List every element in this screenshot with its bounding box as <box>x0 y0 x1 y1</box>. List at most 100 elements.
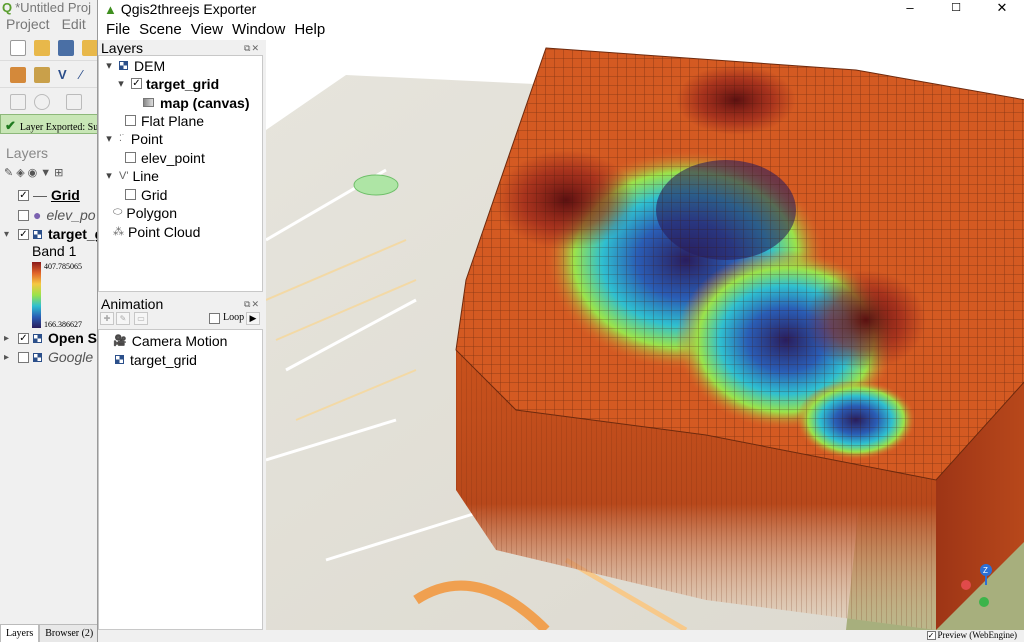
layer-checkbox[interactable] <box>18 332 29 344</box>
expand-arrow-icon[interactable]: ▾ <box>4 229 14 240</box>
tree-item-point-cloud[interactable]: ⁂ Point Cloud <box>113 222 200 241</box>
bg-toolbar-3 <box>0 89 99 115</box>
camera-icon: 🎥 <box>113 335 127 347</box>
tree-item-polygon[interactable]: ⬭ Polygon <box>113 203 177 222</box>
open-folder-icon[interactable] <box>34 40 50 56</box>
tree-item-grid[interactable]: Grid <box>125 185 167 204</box>
expand-arrow-icon[interactable]: ▾ <box>103 132 115 145</box>
status-bar: Preview (WebEngine) <box>98 630 1024 642</box>
animation-tree: 🎥 Camera Motion target_grid <box>98 329 263 630</box>
layer-checkbox[interactable] <box>131 78 142 89</box>
bg-layer-elev-point[interactable]: ● elev_po <box>4 205 96 225</box>
maximize-button[interactable]: ☐ <box>933 0 979 18</box>
bg-layer-label: Google <box>48 349 94 365</box>
layer-checkbox[interactable] <box>18 209 29 221</box>
svg-text:Z: Z <box>983 566 988 575</box>
tree-item-label: DEM <box>134 57 166 74</box>
anim-item-target-grid[interactable]: target_grid <box>115 350 197 369</box>
tab-browser[interactable]: Browser (2) <box>39 624 99 642</box>
exporter-title-bar: ▲ Qgis2threejs Exporter – ☐ ✕ <box>98 0 1024 18</box>
tree-item-flat-plane[interactable]: Flat Plane <box>125 111 204 130</box>
layer-checkbox[interactable] <box>125 115 136 126</box>
pointcloud-icon: ⁂ <box>113 226 124 238</box>
tree-item-point[interactable]: ▾ ⁚˙ Point <box>103 129 163 148</box>
menu-help[interactable]: Help <box>294 21 325 38</box>
message-text: Layer Exported: Suc <box>19 122 100 133</box>
add-keyframe-icon[interactable]: ✚ <box>100 312 114 325</box>
loop-checkbox[interactable] <box>209 313 220 324</box>
tree-item-target-grid[interactable]: ▾ target_grid <box>115 74 219 93</box>
point-layer-icon: ● <box>33 207 42 223</box>
tree-item-label: target_grid <box>146 75 220 92</box>
exporter-window: ▲ Qgis2threejs Exporter – ☐ ✕ File Scene… <box>97 0 1024 642</box>
tree-item-map-canvas[interactable]: map (canvas) <box>143 93 249 112</box>
tile-layer-icon <box>33 352 42 362</box>
preview-toggle[interactable]: Preview (WebEngine) <box>926 630 1018 640</box>
dock-float-close-icon[interactable]: ⧉✕ <box>244 299 260 310</box>
raster-legend-ramp <box>32 262 41 328</box>
remove-keyframe-icon[interactable]: ▭ <box>134 312 148 325</box>
image-icon <box>143 98 154 107</box>
layer-checkbox[interactable] <box>18 189 29 201</box>
anim-item-camera-motion[interactable]: 🎥 Camera Motion <box>113 331 227 350</box>
save-icon[interactable] <box>58 40 74 56</box>
expand-arrow-icon[interactable]: ▸ <box>4 352 14 363</box>
tree-item-dem[interactable]: ▾ DEM <box>103 56 165 75</box>
select-icon[interactable] <box>10 94 26 110</box>
edit-keyframe-icon[interactable]: ✎ <box>116 312 130 325</box>
point-icon: ⁚˙ <box>119 133 125 143</box>
3d-preview-view[interactable]: Z <box>266 40 1024 630</box>
menu-window[interactable]: Window <box>232 21 285 38</box>
add-v-layer-icon[interactable]: V <box>58 67 74 83</box>
bg-dock-tabs: Layers Browser (2) <box>0 624 99 642</box>
expand-arrow-icon[interactable]: ▾ <box>115 77 127 90</box>
layer-checkbox[interactable] <box>125 152 136 163</box>
anim-item-label: Camera Motion <box>131 332 228 349</box>
bg-layer-google[interactable]: ▸ Google <box>4 347 93 367</box>
minimize-button[interactable]: – <box>887 0 933 18</box>
bg-layer-grid[interactable]: —Grid <box>4 185 80 205</box>
bg-menu-project[interactable]: Project <box>6 16 50 32</box>
window-title: Qgis2threejs Exporter <box>120 1 257 17</box>
line-icon: V' <box>119 169 129 182</box>
dem-icon <box>115 355 124 364</box>
pan-icon[interactable] <box>66 94 82 110</box>
add-layer-icon[interactable] <box>10 67 26 83</box>
bg-layers-toolbar: ✎◈◉▼⊞ <box>4 167 67 179</box>
bg-title-bar: Q *Untitled Proj <box>0 0 99 16</box>
bg-layer-label: target_g <box>48 226 100 242</box>
menu-scene[interactable]: Scene <box>139 21 182 38</box>
close-button[interactable]: ✕ <box>979 0 1024 18</box>
bg-menu-edit[interactable]: Edit <box>62 16 86 32</box>
layer-checkbox[interactable] <box>18 351 29 363</box>
preview-label: Preview (WebEngine) <box>937 630 1018 640</box>
bg-title-text: *Untitled Proj <box>15 0 91 15</box>
play-button[interactable]: ▶ <box>246 312 260 325</box>
bg-layer-openstreetmap[interactable]: ▸ Open St <box>4 328 99 348</box>
animation-toolbar: ✚ ✎ ▭ Loop ▶ <box>98 310 263 328</box>
menu-file[interactable]: File <box>106 21 130 38</box>
save-as-icon[interactable] <box>82 40 98 56</box>
message-bar: ✔ Layer Exported: Suc <box>0 114 100 134</box>
3d-scene[interactable]: Z <box>266 40 1024 630</box>
add-line-icon[interactable]: ∕ <box>80 67 96 83</box>
menu-view[interactable]: View <box>191 21 223 38</box>
tree-item-label: Polygon <box>126 204 177 221</box>
preview-checkbox[interactable] <box>926 631 936 640</box>
exporter-menubar: File Scene View Window Help <box>98 18 1024 40</box>
layer-checkbox[interactable] <box>125 189 136 200</box>
tree-item-label: Grid <box>141 186 168 203</box>
expand-arrow-icon[interactable]: ▾ <box>103 59 115 72</box>
new-file-icon[interactable] <box>10 40 26 56</box>
expand-arrow-icon[interactable]: ▾ <box>103 169 115 182</box>
layer-checkbox[interactable] <box>18 228 29 240</box>
tree-item-label: Point Cloud <box>128 223 201 240</box>
expand-arrow-icon[interactable]: ▸ <box>4 333 14 344</box>
dock-float-close-icon[interactable]: ⧉✕ <box>244 43 260 54</box>
tab-layers[interactable]: Layers <box>0 624 40 642</box>
tree-item-line[interactable]: ▾ V' Line <box>103 166 159 185</box>
zoom-icon[interactable] <box>34 94 50 110</box>
bg-layer-target-grid[interactable]: ▾ target_g <box>4 224 100 244</box>
tree-item-elev-point[interactable]: elev_point <box>125 148 205 167</box>
add-vector-icon[interactable] <box>34 67 50 83</box>
